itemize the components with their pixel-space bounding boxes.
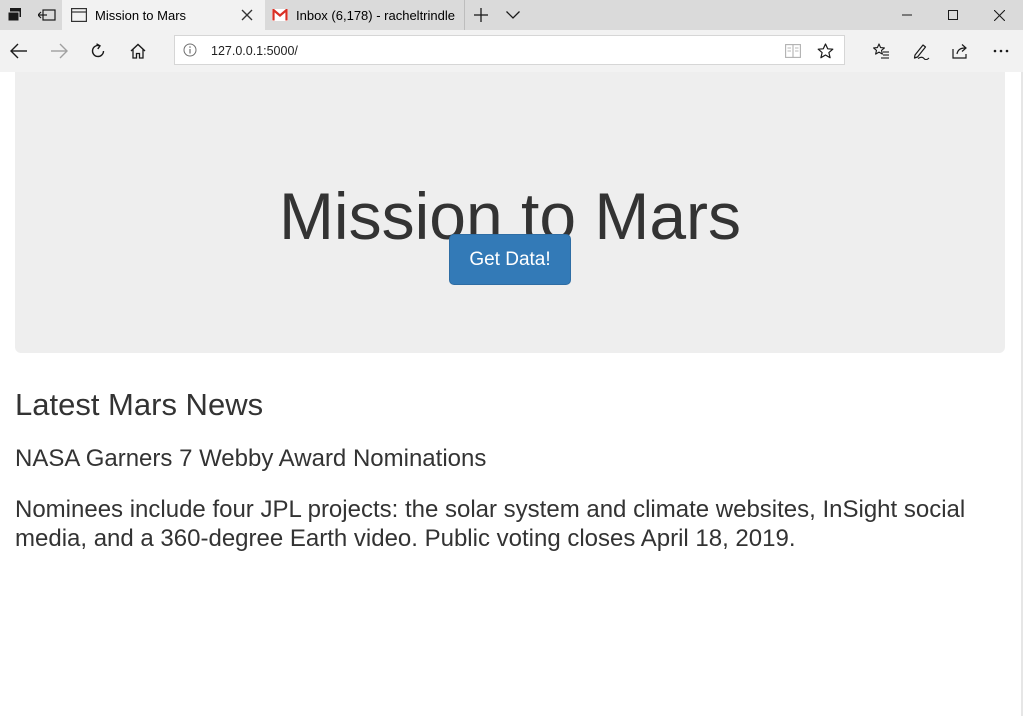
share-button[interactable] bbox=[942, 36, 980, 66]
minimize-button[interactable] bbox=[884, 0, 930, 30]
tab-mission-to-mars[interactable]: Mission to Mars bbox=[62, 0, 265, 30]
add-favorite-star-icon[interactable] bbox=[814, 40, 836, 62]
set-tabs-aside-icon[interactable] bbox=[32, 0, 62, 30]
web-note-button[interactable] bbox=[902, 36, 940, 66]
tab-inbox[interactable]: Inbox (6,178) - racheltrindle bbox=[265, 0, 464, 30]
reading-view-icon[interactable] bbox=[782, 40, 804, 62]
chevron-down-icon bbox=[506, 11, 520, 19]
plus-icon bbox=[474, 8, 488, 22]
more-dots-icon bbox=[993, 49, 1009, 53]
news-headline: NASA Garners 7 Webby Award Nominations bbox=[15, 445, 487, 472]
back-arrow-icon bbox=[10, 43, 27, 59]
url-input[interactable] bbox=[211, 42, 751, 60]
tab-title: Inbox (6,178) - racheltrindle bbox=[296, 7, 455, 23]
gmail-icon bbox=[272, 9, 288, 21]
tab-title: Mission to Mars bbox=[95, 7, 187, 23]
close-tab-icon[interactable] bbox=[239, 7, 255, 23]
tab-preview-button[interactable] bbox=[497, 0, 529, 30]
home-icon bbox=[130, 43, 146, 59]
pen-icon bbox=[913, 43, 930, 60]
jumbotron: Mission to Mars Get Data! bbox=[15, 72, 1005, 353]
maximize-icon bbox=[948, 10, 958, 20]
page-icon bbox=[71, 8, 87, 22]
refresh-icon bbox=[91, 43, 105, 58]
get-data-button[interactable]: Get Data! bbox=[449, 234, 571, 285]
refresh-button[interactable] bbox=[79, 36, 117, 66]
more-button[interactable] bbox=[982, 36, 1020, 66]
browser-toolbar bbox=[0, 30, 1023, 72]
share-icon bbox=[952, 44, 967, 59]
site-info-icon[interactable] bbox=[183, 43, 197, 57]
close-icon bbox=[993, 9, 1005, 21]
maximize-button[interactable] bbox=[930, 0, 976, 30]
favorites-list-icon bbox=[873, 43, 889, 59]
minimize-icon bbox=[902, 14, 912, 16]
browser-tab-strip: Mission to Mars Inbox (6,178) - racheltr… bbox=[0, 0, 1023, 30]
address-bar bbox=[174, 35, 845, 65]
news-paragraph: Nominees include four JPL projects: the … bbox=[15, 496, 966, 552]
forward-button[interactable] bbox=[40, 36, 78, 66]
favorites-hub-button[interactable] bbox=[862, 36, 900, 66]
back-button[interactable] bbox=[0, 36, 38, 66]
close-window-button[interactable] bbox=[976, 0, 1022, 30]
tab-manager-icon[interactable] bbox=[0, 0, 30, 30]
home-button[interactable] bbox=[119, 36, 157, 66]
forward-arrow-icon bbox=[51, 43, 68, 59]
news-section-heading: Latest Mars News bbox=[15, 387, 264, 422]
new-tab-button[interactable] bbox=[465, 0, 497, 30]
